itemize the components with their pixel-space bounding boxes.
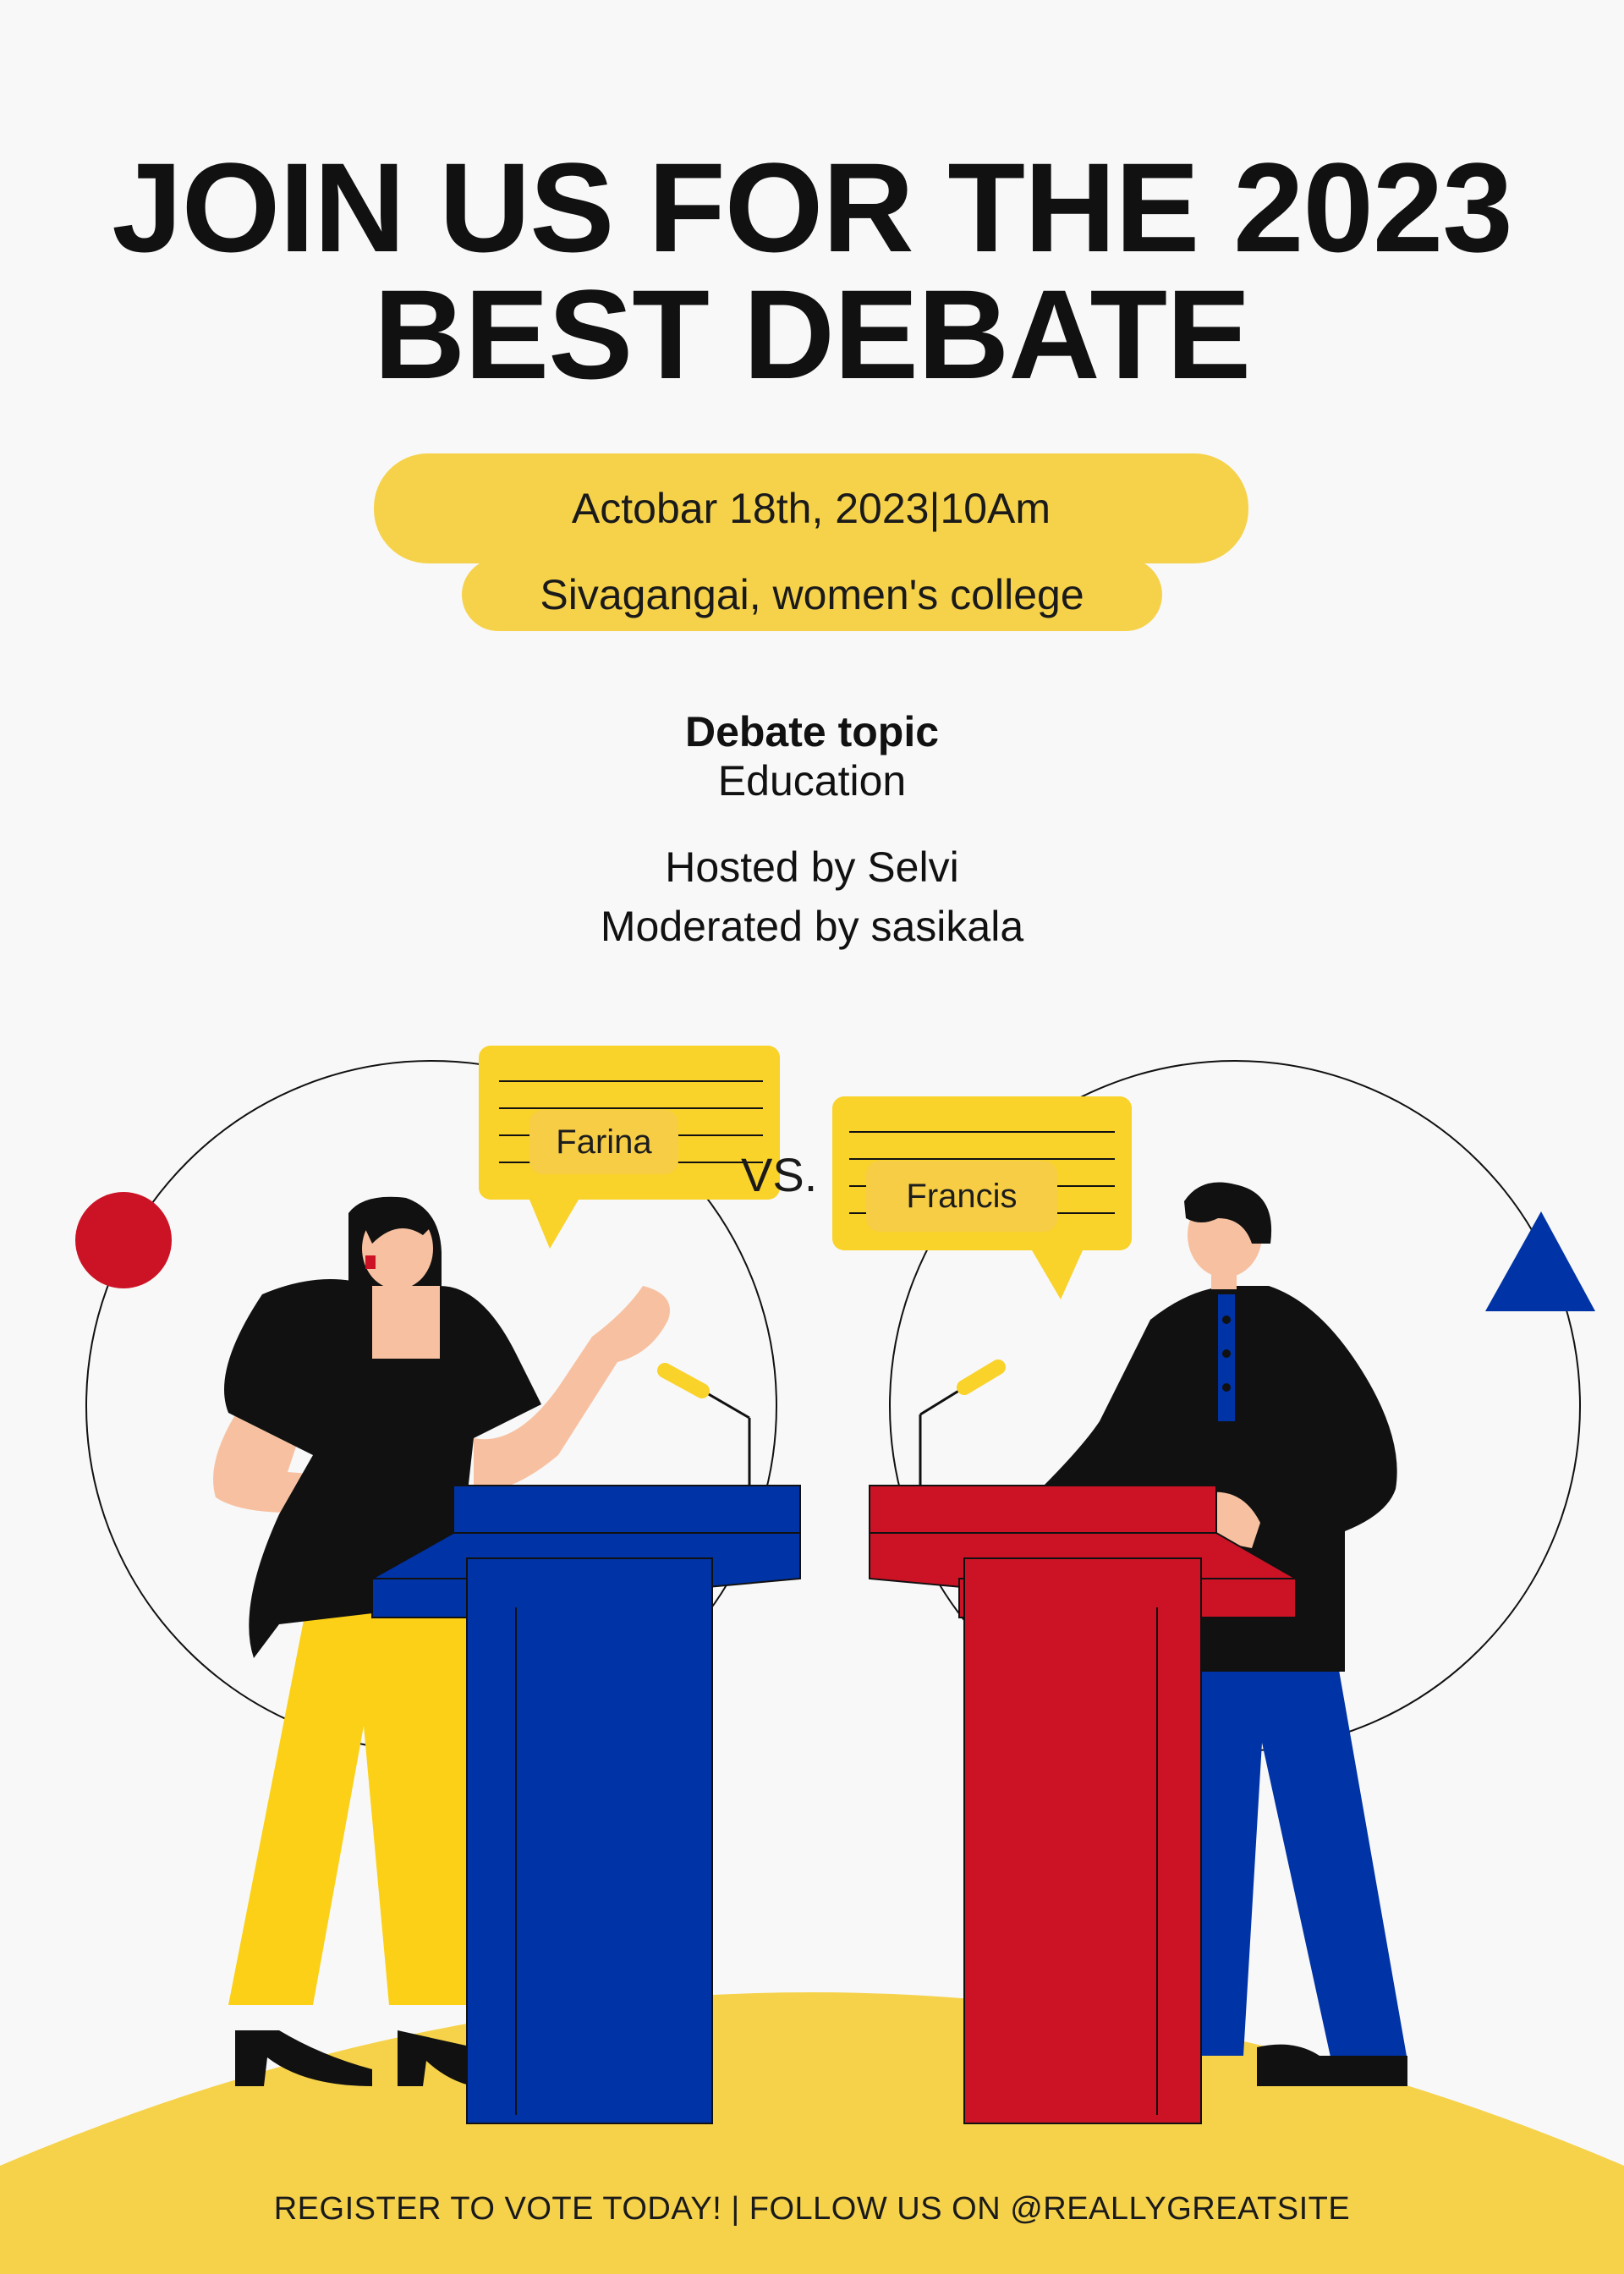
versus-label: VS. <box>741 1148 818 1201</box>
footer-text: REGISTER TO VOTE TODAY! | FOLLOW US ON @… <box>273 2191 1351 2227</box>
microphone-icon <box>657 1363 751 1486</box>
debate-illustration <box>0 1046 1624 2274</box>
speaker-left-name: Farina <box>556 1123 652 1161</box>
speaker-label-francis: Francis <box>866 1161 1057 1232</box>
speaker-right-name: Francis <box>906 1177 1018 1215</box>
speaker-label-farina: Farina <box>529 1110 678 1174</box>
blue-triangle-decoration <box>1485 1211 1595 1311</box>
red-circle-decoration <box>75 1192 172 1288</box>
microphone-icon <box>919 1359 1006 1486</box>
